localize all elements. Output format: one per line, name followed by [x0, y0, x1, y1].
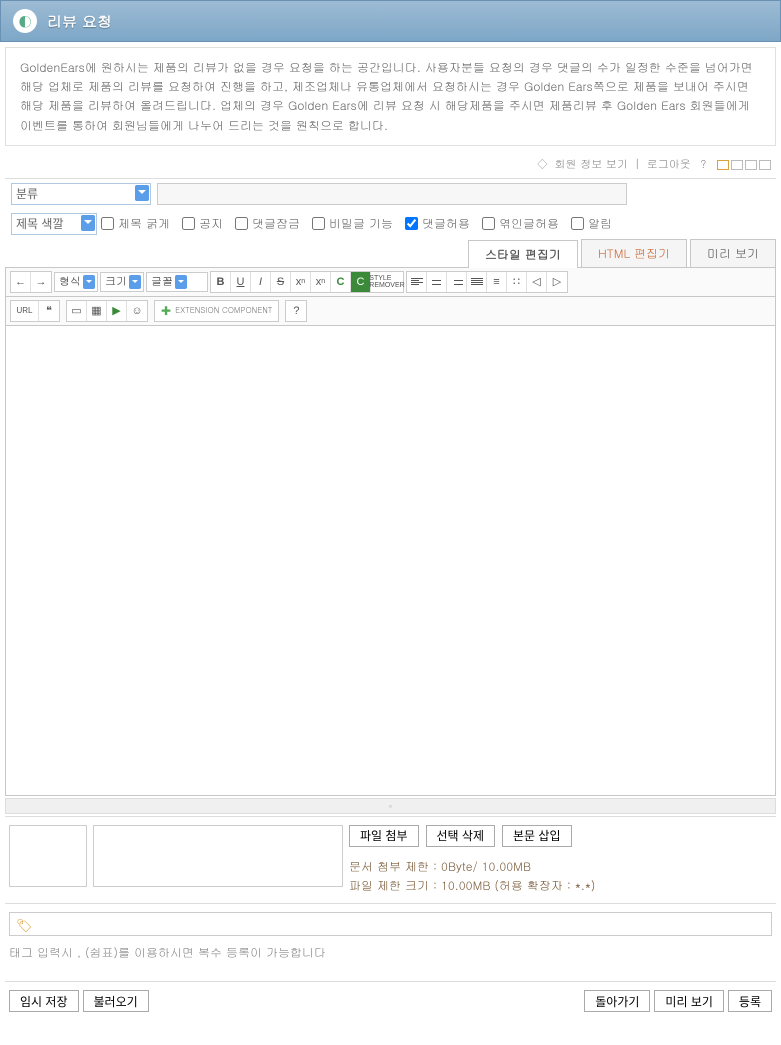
- tab-style-editor[interactable]: 스타일 편집기: [468, 240, 578, 268]
- view-mode-2-icon[interactable]: [731, 160, 743, 170]
- opt-allow-trackback[interactable]: 엮인글허용: [482, 215, 559, 232]
- url-button[interactable]: URL: [11, 301, 39, 321]
- align-left-button[interactable]: [407, 272, 427, 292]
- delete-selected-button[interactable]: 선택 삭제: [426, 825, 496, 847]
- editor-toolbar-2: URL ❝ ▭ ▦ ▶ ☺ ✚ EXTENSION COMPONENT ?: [5, 297, 776, 326]
- table-button[interactable]: ▦: [87, 301, 107, 321]
- indent-button[interactable]: ▷: [547, 272, 567, 292]
- italic-button[interactable]: I: [251, 272, 271, 292]
- tag-input[interactable]: [39, 914, 765, 934]
- style-remover-button[interactable]: STYLEREMOVER: [371, 272, 403, 292]
- tab-preview[interactable]: 미리 보기: [690, 239, 776, 267]
- size-select[interactable]: 크기: [100, 272, 144, 292]
- attachment-thumbnail: [9, 825, 87, 887]
- tag-icon: 🏷: [16, 915, 33, 934]
- category-select[interactable]: 분류: [11, 183, 151, 205]
- resize-grip[interactable]: ◦: [5, 798, 776, 814]
- footer-buttons: 임시 저장 불러오기 돌아가기 미리 보기 등록: [5, 981, 776, 1016]
- align-center-button[interactable]: [427, 272, 447, 292]
- back-button[interactable]: 돌아가기: [584, 990, 650, 1012]
- superscript-button[interactable]: xn: [291, 272, 311, 292]
- tag-hint: 태그 입력시 , (쉼표)를 이용하시면 복수 등록이 가능합니다: [9, 944, 772, 961]
- submit-button[interactable]: 등록: [728, 990, 772, 1012]
- file-attach-button[interactable]: 파일 첨부: [349, 825, 419, 847]
- text-color-button[interactable]: C: [331, 272, 351, 292]
- plus-icon: ✚: [161, 302, 171, 319]
- top-links: ◇ 회원 정보 보기 | 로그아웃 ?: [0, 151, 781, 178]
- opt-lock-comment[interactable]: 댓글잠금: [235, 215, 300, 232]
- help-button[interactable]: ?: [286, 301, 306, 321]
- redo-button[interactable]: →: [31, 272, 51, 292]
- align-right-button[interactable]: [447, 272, 467, 292]
- align-justify-button[interactable]: [467, 272, 487, 292]
- load-button[interactable]: 불러오기: [83, 990, 149, 1012]
- intro-text: GoldenEars에 원하시는 제품의 리뷰가 없을 경우 요청을 하는 공간…: [5, 47, 776, 146]
- preview-button[interactable]: 미리 보기: [654, 990, 724, 1012]
- help-icon[interactable]: ?: [700, 157, 706, 172]
- font-select[interactable]: 글꼴: [146, 272, 208, 292]
- tag-section: 🏷 태그 입력시 , (쉼표)를 이용하시면 복수 등록이 가능합니다: [5, 903, 776, 969]
- page-title: 리뷰 요청: [47, 11, 112, 32]
- opt-allow-comment[interactable]: 댓글허용: [405, 215, 470, 232]
- subscript-button[interactable]: xn: [311, 272, 331, 292]
- title-color-select[interactable]: 제목 색깔: [11, 213, 97, 235]
- bg-color-button[interactable]: C: [351, 272, 371, 292]
- quote-button[interactable]: ❝: [39, 301, 59, 321]
- opt-bold[interactable]: 제목 굵게: [101, 215, 170, 232]
- list-unordered-button[interactable]: ∷: [507, 272, 527, 292]
- view-mode-4-icon[interactable]: [759, 160, 771, 170]
- strike-button[interactable]: S: [271, 272, 291, 292]
- outdent-button[interactable]: ◁: [527, 272, 547, 292]
- undo-button[interactable]: ←: [11, 272, 31, 292]
- file-limit-text: 파일 제한 크기 : 10.00MB (허용 확장자 : *.*): [349, 876, 595, 895]
- opt-secret[interactable]: 비밀글 기능: [312, 215, 393, 232]
- doc-limit-text: 문서 첨부 제한 : 0Byte/ 10.00MB: [349, 857, 595, 876]
- extension-component-button[interactable]: ✚ EXTENSION COMPONENT: [154, 300, 279, 322]
- temp-save-button[interactable]: 임시 저장: [9, 990, 79, 1012]
- emoticon-button[interactable]: ☺: [127, 301, 147, 321]
- bold-button[interactable]: B: [211, 272, 231, 292]
- media-button[interactable]: ▶: [107, 301, 127, 321]
- editor-toolbar-1: ← → 형식 크기 글꼴 B U I S xn xn C C STYLEREMO…: [5, 268, 776, 297]
- opt-notice[interactable]: 공지: [182, 215, 223, 232]
- list-ordered-button[interactable]: ≡: [487, 272, 507, 292]
- user-icon: ◇: [537, 157, 548, 172]
- view-mode-1-icon[interactable]: [717, 160, 729, 170]
- editor-tabs: 스타일 편집기 HTML 편집기 미리 보기: [5, 239, 776, 268]
- format-select[interactable]: 형식: [54, 272, 98, 292]
- attachment-section: 파일 첨부 선택 삭제 본문 삽입 문서 첨부 제한 : 0Byte/ 10.0…: [5, 816, 776, 903]
- title-input[interactable]: [157, 183, 627, 205]
- attachment-list[interactable]: [93, 825, 343, 887]
- image-button[interactable]: ▭: [67, 301, 87, 321]
- tab-html-editor[interactable]: HTML 편집기: [581, 239, 687, 267]
- member-info-link[interactable]: 회원 정보 보기: [555, 157, 628, 172]
- page-header: ◐ 리뷰 요청: [0, 0, 781, 42]
- insert-body-button[interactable]: 본문 삽입: [502, 825, 572, 847]
- opt-notify[interactable]: 알림: [571, 215, 612, 232]
- underline-button[interactable]: U: [231, 272, 251, 292]
- logout-link[interactable]: 로그아웃: [647, 157, 691, 172]
- view-mode-3-icon[interactable]: [745, 160, 757, 170]
- content-editor[interactable]: [5, 326, 776, 796]
- header-icon: ◐: [13, 9, 37, 33]
